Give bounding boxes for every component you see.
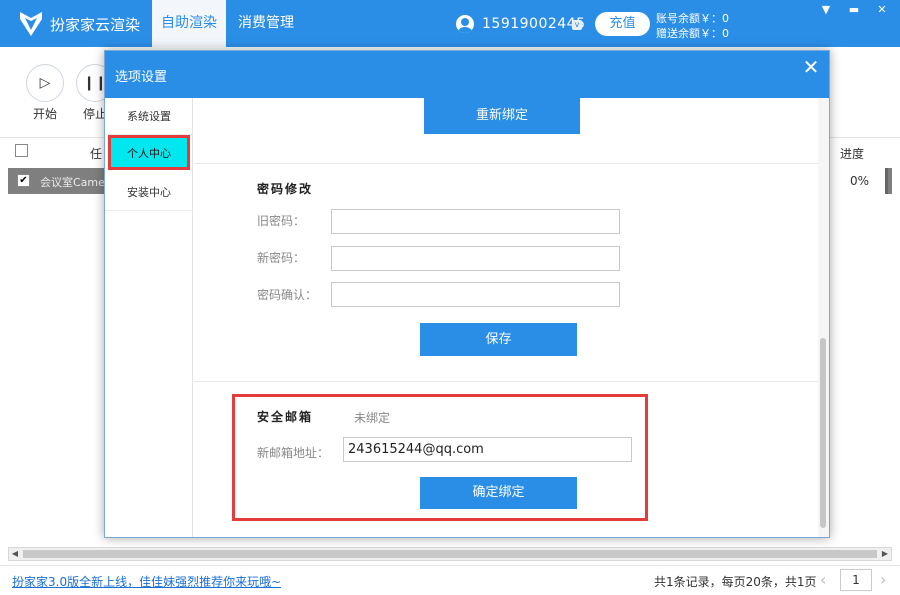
recharge-button[interactable]: 充值	[595, 12, 650, 36]
row-checkbox[interactable]: ✔	[17, 174, 30, 187]
vertical-scroll-thumb[interactable]	[820, 338, 826, 528]
rebind-button[interactable]: 重新绑定	[424, 98, 580, 134]
minimize-icon[interactable]: ▼	[812, 0, 840, 20]
next-page-icon[interactable]: ›	[880, 570, 886, 589]
section-divider	[194, 163, 818, 164]
old-password-label: 旧密码：	[257, 214, 306, 228]
options-dialog: 选项设置 ✕ 系统设置 个人中心 安装中心 重新绑定 密码修改 旧密码： 新密码…	[104, 50, 830, 538]
dialog-vertical-scrollbar[interactable]	[818, 98, 829, 537]
sidebar-item-system-settings[interactable]: 系统设置	[105, 98, 193, 135]
pagination-info: 共1条记录，每页20条，共1页	[654, 575, 817, 589]
status-bar: 扮家家3.0版全新上线，佳佳妹强烈推荐你来玩哦~ 共1条记录，每页20条，共1页…	[0, 565, 900, 595]
column-progress-header: 进度	[840, 147, 865, 161]
tab-consumption[interactable]: 消费管理	[229, 0, 303, 47]
sidebar-highlight-box	[108, 135, 190, 170]
start-icon[interactable]: ▷	[26, 64, 64, 102]
sidebar-item-install-center[interactable]: 安装中心	[105, 174, 193, 211]
vip-badge-icon: v	[572, 20, 582, 30]
save-password-button[interactable]: 保存	[420, 323, 577, 356]
prev-page-icon[interactable]: ‹	[820, 570, 826, 589]
dialog-close-icon[interactable]: ✕	[801, 57, 821, 77]
user-phone: 15919002445	[482, 16, 586, 32]
scroll-right-icon[interactable]: ▶	[879, 548, 891, 560]
dropdown-menu-icon[interactable]: ▬	[840, 0, 868, 20]
select-all-checkbox[interactable]	[15, 144, 28, 157]
confirm-password-label: 密码确认：	[257, 288, 318, 302]
column-task-header: 任	[90, 147, 103, 161]
task-name: 会议室Came	[40, 176, 105, 189]
new-password-input[interactable]	[331, 246, 620, 271]
dialog-title-bar: 选项设置 ✕	[105, 51, 829, 98]
old-password-input[interactable]	[331, 209, 620, 234]
user-avatar-icon[interactable]	[456, 15, 474, 33]
dialog-title: 选项设置	[115, 70, 168, 85]
page-number-input[interactable]: 1	[840, 569, 872, 591]
section-divider	[194, 381, 818, 382]
horizontal-scroll-thumb[interactable]	[23, 550, 877, 558]
app-logo-icon	[20, 12, 42, 36]
account-balance: 账号余额￥：0	[656, 12, 729, 25]
tab-self-render[interactable]: 自助渲染	[152, 0, 226, 47]
app-name: 扮家家云渲染	[50, 16, 141, 34]
gift-balance: 赠送余额￥：0	[656, 27, 729, 40]
email-highlight-box	[232, 394, 648, 521]
scroll-left-icon[interactable]: ◀	[9, 548, 21, 560]
start-label: 开始	[33, 107, 58, 121]
title-bar: 扮家家云渲染 自助渲染 消费管理 15919002445 v 充值 账号余额￥：…	[0, 0, 900, 47]
close-window-icon[interactable]: ✕	[868, 0, 896, 20]
dialog-content: 重新绑定 密码修改 旧密码： 新密码： 密码确认： 保存 安全邮箱 未绑定 新邮…	[194, 98, 818, 537]
password-section-title: 密码修改	[257, 182, 314, 196]
task-progress: 0%	[830, 168, 888, 194]
promo-link[interactable]: 扮家家3.0版全新上线，佳佳妹强烈推荐你来玩哦~	[12, 573, 281, 590]
horizontal-scrollbar[interactable]: ◀ ▶	[8, 547, 892, 561]
new-password-label: 新密码：	[257, 251, 306, 265]
confirm-password-input[interactable]	[331, 282, 620, 307]
